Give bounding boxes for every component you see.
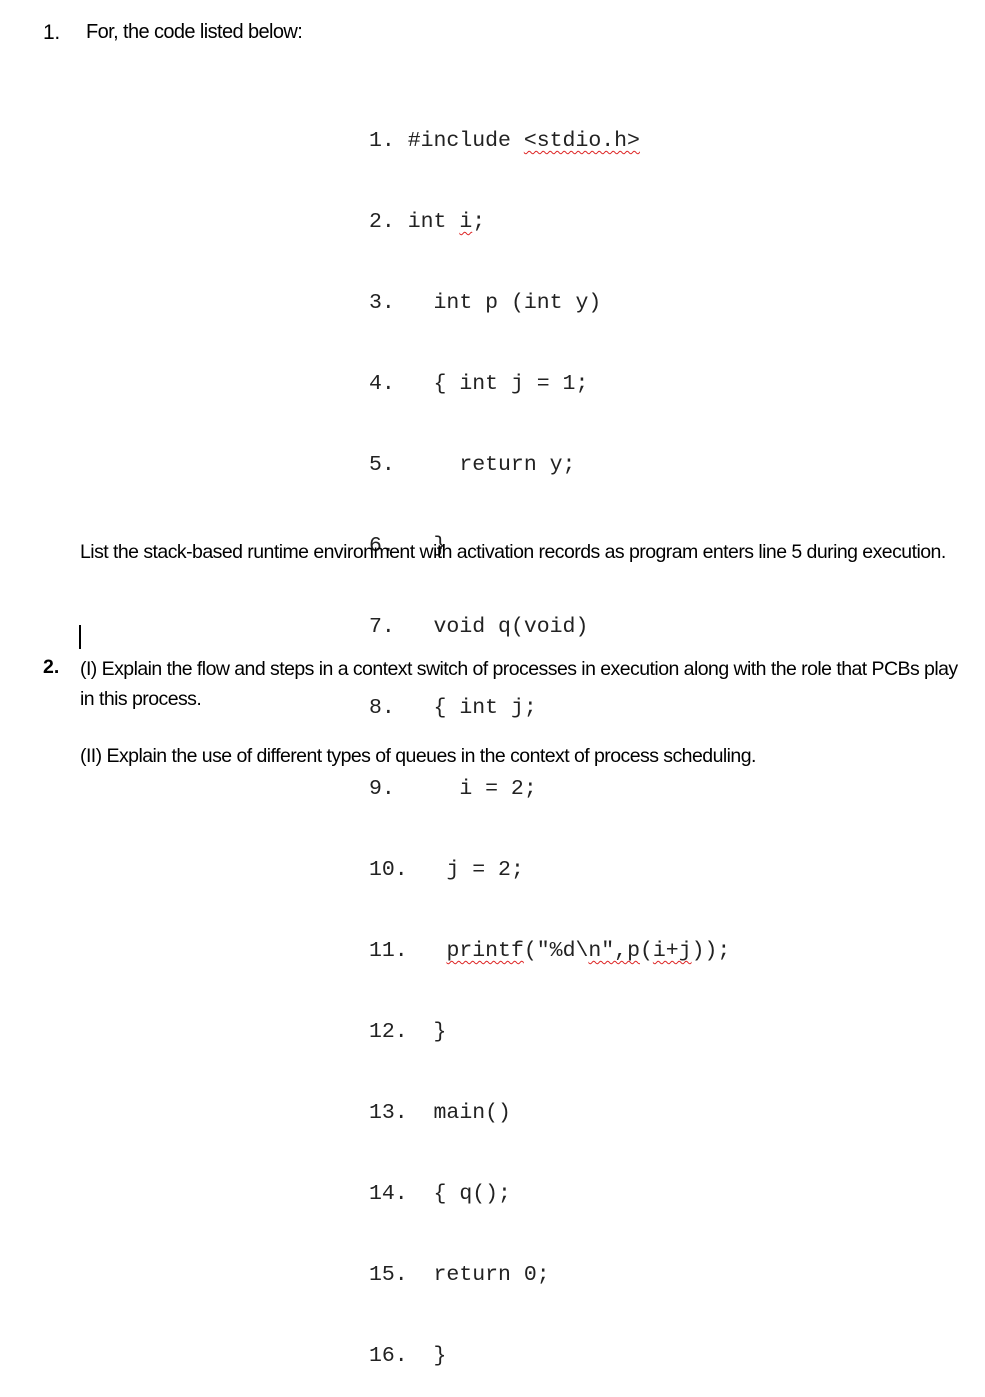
line-number: 12. bbox=[369, 1020, 408, 1044]
code-line-3: 3. int p (int y) bbox=[369, 290, 730, 317]
code-text: return 0; bbox=[433, 1263, 550, 1287]
code-line-16: 16. } bbox=[369, 1343, 730, 1370]
code-line-13: 13. main() bbox=[369, 1100, 730, 1127]
line-number: 11. bbox=[369, 939, 408, 963]
code-text: { q(); bbox=[433, 1182, 511, 1206]
code-text: i = 2; bbox=[459, 777, 537, 801]
line-number: 3. bbox=[369, 291, 395, 315]
line-number: 16. bbox=[369, 1344, 408, 1368]
line-number: 10. bbox=[369, 858, 408, 882]
code-text: j = 2; bbox=[446, 858, 524, 882]
question-1-prompt: List the stack-based runtime environment… bbox=[80, 541, 946, 563]
spellcheck-squiggle: i+j bbox=[652, 939, 692, 963]
code-text: return y; bbox=[459, 453, 576, 477]
text-cursor bbox=[79, 625, 81, 649]
code-text: } bbox=[433, 1020, 447, 1044]
question-2-part-2: (II) Explain the use of different types … bbox=[80, 745, 756, 767]
code-line-2: 2. int i; bbox=[369, 210, 486, 234]
code-text: main() bbox=[433, 1101, 511, 1125]
code-text: { int j = 1; bbox=[433, 372, 589, 396]
spellcheck-squiggle: printf bbox=[446, 939, 524, 963]
code-line-9: 9. i = 2; bbox=[369, 776, 730, 803]
code-line-7: 7. void q(void) bbox=[369, 614, 730, 641]
line-number: 5. bbox=[369, 453, 395, 477]
line-number: 9. bbox=[369, 777, 395, 801]
line-number: 13. bbox=[369, 1101, 408, 1125]
code-line-4: 4. { int j = 1; bbox=[369, 371, 730, 398]
code-listing: 1. #include <stdio.h> 2. int i; 3. int p… bbox=[369, 74, 730, 1397]
question-2-number: 2. bbox=[43, 656, 60, 678]
code-line-11: 11. printf("%d\n",p(i+j)); bbox=[369, 939, 731, 963]
code-line-1: 1. #include <stdio.h> bbox=[369, 129, 640, 153]
line-number: 2. bbox=[369, 210, 395, 234]
code-text: void q(void) bbox=[433, 615, 589, 639]
question-2-part-1: (I) Explain the flow and steps in a cont… bbox=[80, 658, 958, 710]
code-line-15: 15. return 0; bbox=[369, 1262, 730, 1289]
spellcheck-squiggle: <stdio.h> bbox=[523, 129, 640, 153]
line-number: 15. bbox=[369, 1263, 408, 1287]
code-text: } bbox=[433, 1344, 447, 1368]
question-1-number: 1. bbox=[43, 21, 60, 44]
code-line-5: 5. return y; bbox=[369, 452, 730, 479]
code-line-14: 14. { q(); bbox=[369, 1181, 730, 1208]
code-line-10: 10. j = 2; bbox=[369, 857, 730, 884]
spellcheck-squiggle: i bbox=[459, 210, 473, 234]
code-text: int p (int y) bbox=[433, 291, 602, 315]
code-line-12: 12. } bbox=[369, 1019, 730, 1046]
line-number: 1. bbox=[369, 129, 395, 153]
question-1-intro: For, the code listed below: bbox=[86, 21, 303, 43]
line-number: 7. bbox=[369, 615, 395, 639]
spellcheck-squiggle: n",p bbox=[588, 939, 640, 963]
line-number: 14. bbox=[369, 1182, 408, 1206]
line-number: 4. bbox=[369, 372, 395, 396]
